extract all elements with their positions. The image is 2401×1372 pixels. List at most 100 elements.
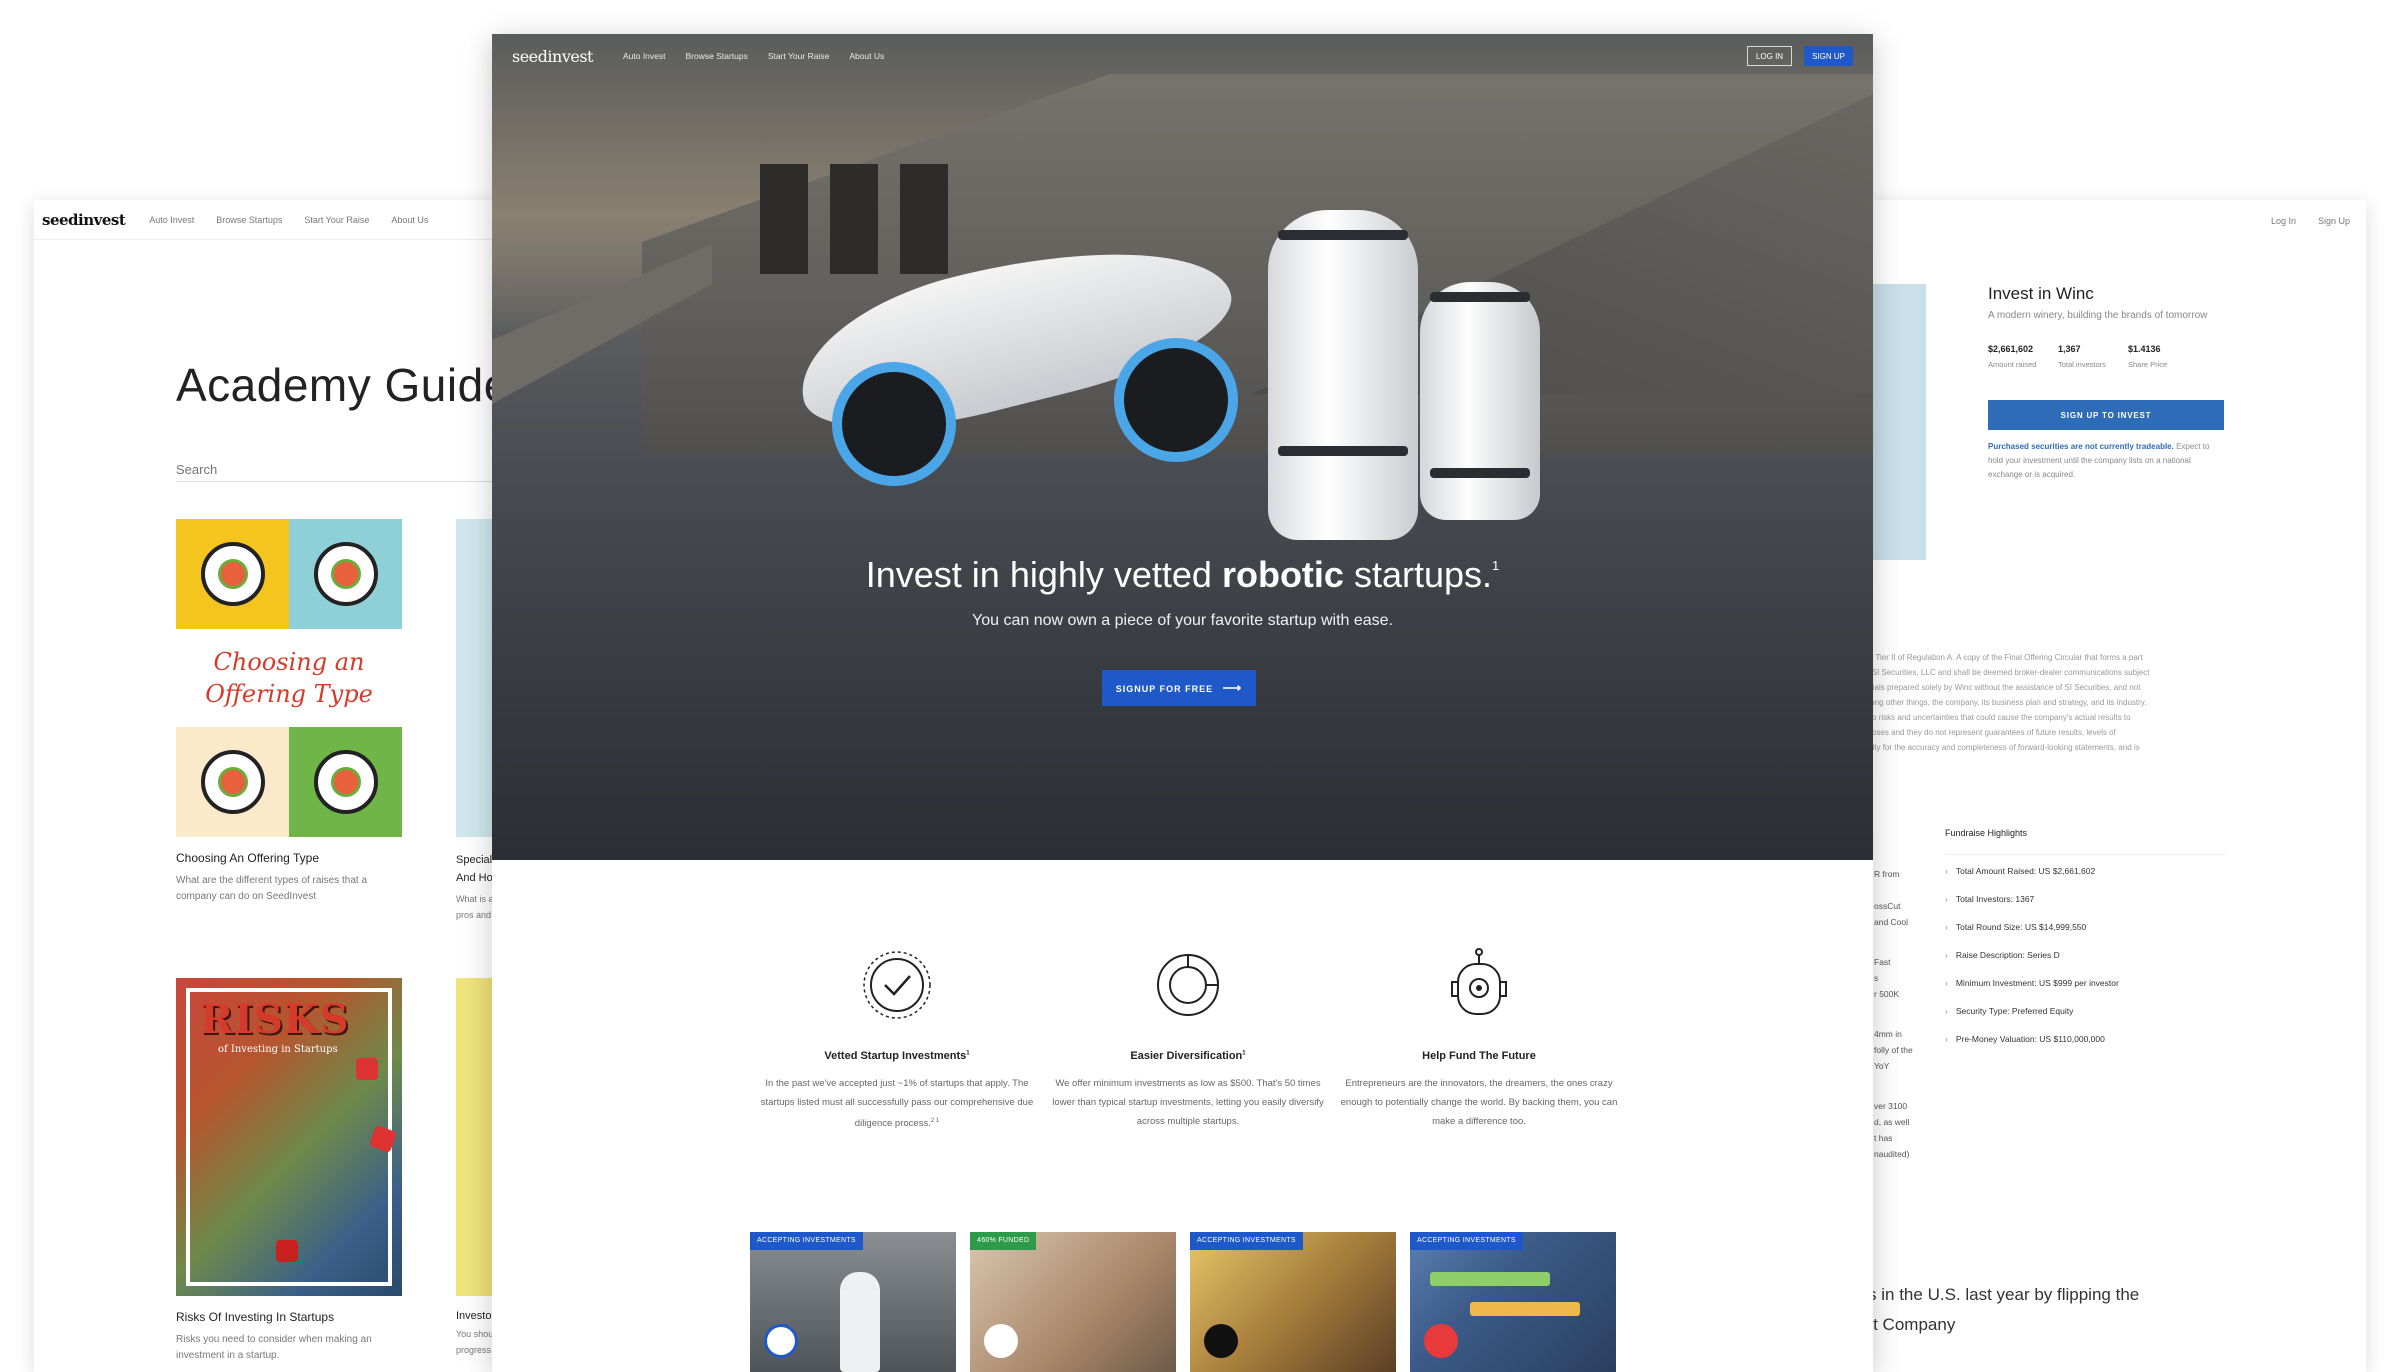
signup-button[interactable]: SIGN UP [1804,46,1853,66]
stat-label: Share Price [2128,360,2168,369]
badge-check-icon [863,951,931,1019]
offering-type-illustration: Choosing an Offering Type [176,519,402,837]
company-tagline: A modern winery, building the brands of … [1988,310,2208,321]
nav-browse-startups[interactable]: Browse Startups [216,215,282,225]
art-text-line: Choosing an [213,648,365,676]
headline-text: Invest in highly vetted [865,554,1222,595]
nav-auto-invest[interactable]: Auto Invest [623,51,666,61]
login-link[interactable]: Log In [2271,216,2296,226]
fragment-line: and Cool [1874,917,1909,927]
guide-card-partial[interactable]: Investo You shou progress [456,978,496,1358]
feature-title: Easier Diversification1 [1048,1050,1328,1062]
highlight-item: Minimum Investment: US $999 per investor [1945,978,2119,1006]
deal-status-badge: ACCEPTING INVESTMENTS [1190,1232,1303,1250]
fragment-line: r 500K [1874,989,1900,999]
highlight-item: Raise Description: Series D [1945,950,2119,978]
seedinvest-home-window: seedinvest Auto Invest Browse Startups S… [492,34,1873,1372]
nav-auto-invest[interactable]: Auto Invest [149,215,194,225]
fragment-line: folly of the [1874,1045,1913,1055]
fragment-line: ver 3100 [1874,1101,1908,1111]
guide-description: Risks you need to consider when making a… [176,1334,372,1361]
login-button[interactable]: LOG IN [1746,46,1793,66]
fragment-line: 4mm in [1874,1029,1902,1039]
nav-about-us[interactable]: About Us [849,51,884,61]
dice-icon [356,1058,378,1080]
peek-desc-line: What is a [456,894,494,904]
deal-status-badge: ACCEPTING INVESTMENTS [750,1232,863,1250]
search-input[interactable] [176,458,506,482]
footnote-marker[interactable]: 1 [1242,1050,1245,1056]
hero-headline: Invest in highly vetted robotic startups… [492,554,1873,596]
stat-total-investors: 1,367 Total investors [2058,344,2106,369]
fragment-line: t has [1874,1133,1893,1143]
feature-diversification: Easier Diversification1 We offer minimum… [1048,940,1328,1131]
deal-card[interactable]: ACCEPTING INVESTMENTS [750,1232,956,1372]
signup-for-free-button[interactable]: SIGNUP FOR FREE ⟶ [1102,670,1256,706]
seedinvest-logo[interactable]: seedinvest [42,211,126,229]
divider [1945,854,2225,855]
sushi-icon [313,542,378,606]
feature-title: Help Fund The Future [1422,1050,1536,1062]
guide-card-partial[interactable]: Special And Ho What is a pros and [456,519,496,923]
nav-browse-startups[interactable]: Browse Startups [686,51,748,61]
feature-description: We offer minimum investments as low as $… [1052,1078,1324,1127]
composite-stage: seedinvest Auto Invest Browse Startups S… [0,0,2401,1372]
footnote-marker[interactable]: 1 [1492,558,1499,573]
feature-vetted: Vetted Startup Investments1 In the past … [757,940,1037,1133]
stat-value: $2,661,602 [1988,344,2034,354]
nav-start-your-raise[interactable]: Start Your Raise [768,51,829,61]
guide-title[interactable]: Risks Of Investing In Startups [176,1310,402,1324]
nav-about-us[interactable]: About Us [391,215,428,225]
deal-card[interactable]: ACCEPTING INVESTMENTS [1190,1232,1396,1372]
guide-card-risks[interactable]: RISKS of Investing in Startups Risks Of … [176,978,402,1364]
peek-title-line: Investo [456,1310,492,1322]
guide-card-offering-type[interactable]: Choosing an Offering Type Choosing An Of… [176,519,402,905]
wheel-icon [832,362,956,486]
guide-description: What are the different types of raises t… [176,875,368,902]
stat-amount-raised: $2,661,602 Amount raised [1988,344,2036,369]
fragment-line: d, as well [1874,1117,1910,1127]
tradeability-note: Purchased securities are not currently t… [1988,440,2224,482]
fragment-line: naudited) [1874,1149,1910,1159]
stat-value: $1.4136 [2128,344,2161,354]
peek-desc-line: progress [456,1345,492,1355]
peek-title-line: And Ho [456,872,493,884]
signup-link[interactable]: Sign Up [2318,216,2350,226]
highlight-item: Security Type: Preferred Equity [1945,1006,2119,1034]
feature-fund-future: Help Fund The Future Entrepreneurs are t… [1339,940,1619,1131]
seedinvest-logo[interactable]: seedinvest [512,47,593,66]
peek-desc-line: You shou [456,1329,494,1339]
highlight-item: Pre-Money Valuation: US $110,000,000 [1945,1034,2119,1062]
robot-icon [1451,948,1507,1015]
highlight-item: Total Investors: 1367 [1945,894,2119,922]
deal-card[interactable]: ACCEPTING INVESTMENTS [1410,1232,1616,1372]
stat-label: Amount raised [1988,360,2037,369]
guide-title[interactable]: Choosing An Offering Type [176,851,402,865]
robot-vehicle-image [774,212,1254,486]
highlight-item: Total Round Size: US $14,999,550 [1945,922,2119,950]
center-navbar: seedinvest Auto Invest Browse Startups S… [492,34,1873,78]
deal-card[interactable]: 460% FUNDED [970,1232,1176,1372]
fundraise-highlights-list: Total Amount Raised: US $2,661,602 Total… [1945,866,2119,1062]
hero-subheadline: You can now own a piece of your favorite… [972,612,1393,629]
footnote-marker[interactable]: 1 [966,1050,969,1056]
footnote-marker[interactable]: 2 1 [931,1118,939,1124]
company-logo-icon [1204,1324,1238,1358]
headline-text: startups. [1343,554,1493,595]
nav-start-your-raise[interactable]: Start Your Raise [304,215,369,225]
company-title: Invest in Winc [1988,284,2094,303]
feature-title: Vetted Startup Investments1 [757,1050,1037,1062]
description-fragment: R from ossCut and Cool Fast s r 500K 4mm… [1874,866,1934,1162]
sushi-icon [313,750,378,814]
sign-up-to-invest-button[interactable]: SIGN UP TO INVEST [1988,400,2224,430]
game-piece-icon [276,1240,298,1262]
fragment-line: s [1874,973,1879,983]
feature-description-text: In the past we've accepted just ~1% of s… [760,1078,1034,1130]
fundraise-highlights-title: Fundraise Highlights [1945,828,2028,838]
risks-board-game-illustration: RISKS of Investing in Startups [176,978,402,1296]
feature-description: In the past we've accepted just ~1% of s… [757,1074,1037,1133]
stat-value: 1,367 [2058,344,2081,354]
wheel-icon [1114,338,1238,462]
pie-chart-icon [1157,953,1220,1016]
peek-desc-line: pros and [456,910,492,920]
